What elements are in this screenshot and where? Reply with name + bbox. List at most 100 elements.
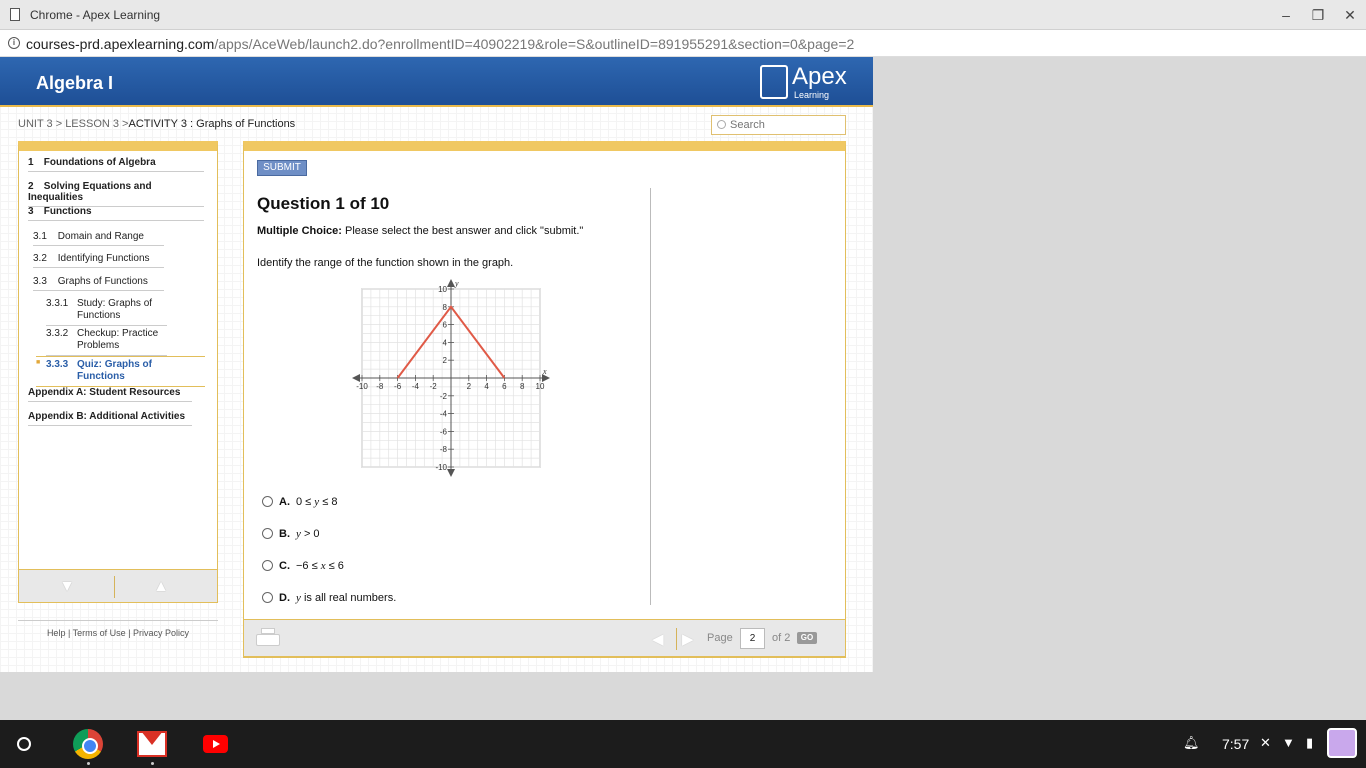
- outline-item-3[interactable]: 3 Functions: [28, 206, 204, 221]
- outline-item-1[interactable]: 1 Foundations of Algebra: [28, 157, 204, 172]
- launcher-icon[interactable]: [17, 737, 31, 751]
- outline-label: Study: Graphs of Functions: [77, 298, 153, 321]
- breadcrumb-activity: ACTIVITY 3 : Graphs of Functions: [128, 118, 296, 130]
- submit-button[interactable]: SUBMIT: [257, 160, 307, 176]
- y-tick-label: -4: [440, 410, 448, 419]
- info-icon[interactable]: i: [8, 37, 20, 49]
- address-bar[interactable]: i courses-prd.apexlearning.com/apps/AceW…: [0, 30, 1366, 57]
- choice-post: ≤ 8: [319, 496, 338, 508]
- outline-item-3-3-1[interactable]: 3.3.1 Study: Graphs of Functions: [46, 298, 167, 326]
- page-label: Page: [707, 632, 733, 644]
- choice-letter: C.: [279, 560, 290, 572]
- search-box[interactable]: [711, 115, 846, 135]
- choice-post: ≤ 6: [325, 560, 344, 572]
- radio-c[interactable]: [262, 560, 273, 571]
- outline-item-appendix-b[interactable]: Appendix B: Additional Activities: [28, 411, 192, 426]
- choice-post: is all real numbers.: [300, 592, 397, 604]
- print-icon[interactable]: [256, 628, 280, 650]
- youtube-icon[interactable]: [203, 735, 228, 753]
- y-tick-label: 10: [438, 285, 447, 294]
- apex-page: Algebra I Apex Learning UNIT 3 > LESSON …: [0, 57, 873, 672]
- breadcrumb-lesson[interactable]: LESSON 3: [65, 118, 119, 130]
- page-total: of 2: [772, 632, 791, 644]
- scroll-up-icon[interactable]: ▲: [153, 578, 169, 596]
- battery-icon[interactable]: ▮: [1306, 735, 1313, 751]
- pager-bar: ◀ ▶ Page of 2 GO: [243, 619, 846, 657]
- blank-area-bottom: [0, 672, 1366, 720]
- chrome-icon[interactable]: [73, 729, 103, 759]
- pager-divider: [676, 628, 677, 650]
- page-number-input[interactable]: [740, 628, 765, 649]
- choice-post: > 0: [300, 528, 320, 540]
- outline-item-3-3-3[interactable]: ■ 3.3.3 Quiz: Graphs of Functions: [36, 356, 205, 387]
- choice-a[interactable]: A. 0 ≤ y ≤ 8: [262, 496, 337, 508]
- next-page-icon[interactable]: ▶: [682, 630, 694, 648]
- outline-label: Checkup: Practice Problems: [77, 328, 159, 351]
- logo-name: Apex: [792, 63, 847, 90]
- column-divider: [650, 188, 651, 605]
- privacy-link[interactable]: Privacy Policy: [133, 628, 189, 638]
- scroll-down-icon[interactable]: ▼: [59, 578, 75, 596]
- url-text[interactable]: courses-prd.apexlearning.com/apps/AceWeb…: [26, 36, 854, 52]
- search-input[interactable]: [730, 118, 840, 132]
- breadcrumb-unit[interactable]: UNIT 3: [18, 118, 53, 130]
- y-tick-label: -2: [440, 392, 448, 401]
- search-icon: [717, 120, 726, 129]
- url-host: courses-prd.apexlearning.com: [26, 36, 215, 52]
- page-icon: [10, 8, 20, 21]
- y-tick-label: 8: [443, 303, 448, 312]
- mute-icon[interactable]: ✕: [1260, 735, 1271, 751]
- go-button[interactable]: GO: [797, 632, 817, 644]
- os-taskbar: 🔔︎ 7:57 ✕ ▼ ▮: [0, 720, 1366, 768]
- x-tick-label: -6: [394, 382, 402, 391]
- clock[interactable]: 7:57: [1222, 736, 1249, 752]
- outline-item-3-1[interactable]: 3.1 Domain and Range: [33, 231, 164, 246]
- question-prompt: Identify the range of the function shown…: [257, 257, 514, 269]
- outline-num: 1: [28, 157, 34, 168]
- outline-num: 3.3: [33, 276, 47, 287]
- outline-controls: ▼ ▲: [18, 569, 218, 603]
- minimize-icon[interactable]: –: [1276, 5, 1296, 25]
- outline-item-3-3-2[interactable]: 3.3.2 Checkup: Practice Problems: [46, 328, 167, 356]
- x-tick-label: -8: [376, 382, 384, 391]
- current-marker-icon: ■: [36, 359, 41, 366]
- help-link[interactable]: Help: [47, 628, 66, 638]
- wifi-icon[interactable]: ▼: [1282, 735, 1295, 750]
- x-tick-label: 6: [502, 382, 507, 391]
- y-tick-label: -6: [440, 427, 448, 436]
- outline-label: Solving Equations and Inequalities: [28, 181, 152, 203]
- choice-b[interactable]: B. y > 0: [262, 528, 320, 540]
- terms-link[interactable]: Terms of Use: [73, 628, 126, 638]
- function-graph: x y -10 -8 -6 -4 -2 2 4 6 8 10 10 8 6 4 2 -2 -4 -6 -8 -10: [352, 279, 550, 477]
- choice-c[interactable]: C. −6 ≤ x ≤ 6: [262, 560, 344, 572]
- notification-bell-icon[interactable]: 🔔︎: [1183, 735, 1200, 751]
- outline-item-2[interactable]: 2 Solving Equations and Inequalities: [28, 181, 204, 207]
- y-axis-label: y: [454, 279, 459, 288]
- outline-label: Graphs of Functions: [57, 276, 148, 287]
- window-titlebar: Chrome - Apex Learning – ❐ ✕: [0, 0, 1366, 30]
- restore-icon[interactable]: ❐: [1308, 5, 1328, 25]
- close-icon[interactable]: ✕: [1340, 5, 1360, 25]
- x-tick-label: -10: [356, 382, 368, 391]
- outline-item-3-3[interactable]: 3.3 Graphs of Functions: [33, 276, 164, 291]
- choice-d[interactable]: D. y is all real numbers.: [262, 592, 396, 604]
- apex-logo[interactable]: Apex Learning: [760, 63, 850, 101]
- radio-a[interactable]: [262, 496, 273, 507]
- x-tick-label: -4: [412, 382, 420, 391]
- outline-label: Appendix B: Additional Activities: [28, 411, 186, 422]
- radio-d[interactable]: [262, 592, 273, 603]
- prev-page-icon[interactable]: ◀: [652, 630, 664, 648]
- x-axis-label: x: [542, 367, 547, 376]
- radio-b[interactable]: [262, 528, 273, 539]
- outline-item-appendix-a[interactable]: Appendix A: Student Resources: [28, 387, 192, 402]
- x-tick-label: -2: [430, 382, 438, 391]
- outline-label: Appendix A: Student Resources: [28, 387, 181, 398]
- footer-separator: |: [128, 628, 131, 638]
- gmail-icon[interactable]: [137, 731, 167, 757]
- y-tick-label: -10: [435, 463, 447, 472]
- outline-num: 3.2: [33, 253, 47, 264]
- choice-pre: −6 ≤: [296, 560, 321, 572]
- user-avatar[interactable]: [1327, 728, 1357, 758]
- y-tick-label: 6: [443, 321, 448, 330]
- outline-item-3-2[interactable]: 3.2 Identifying Functions: [33, 253, 164, 268]
